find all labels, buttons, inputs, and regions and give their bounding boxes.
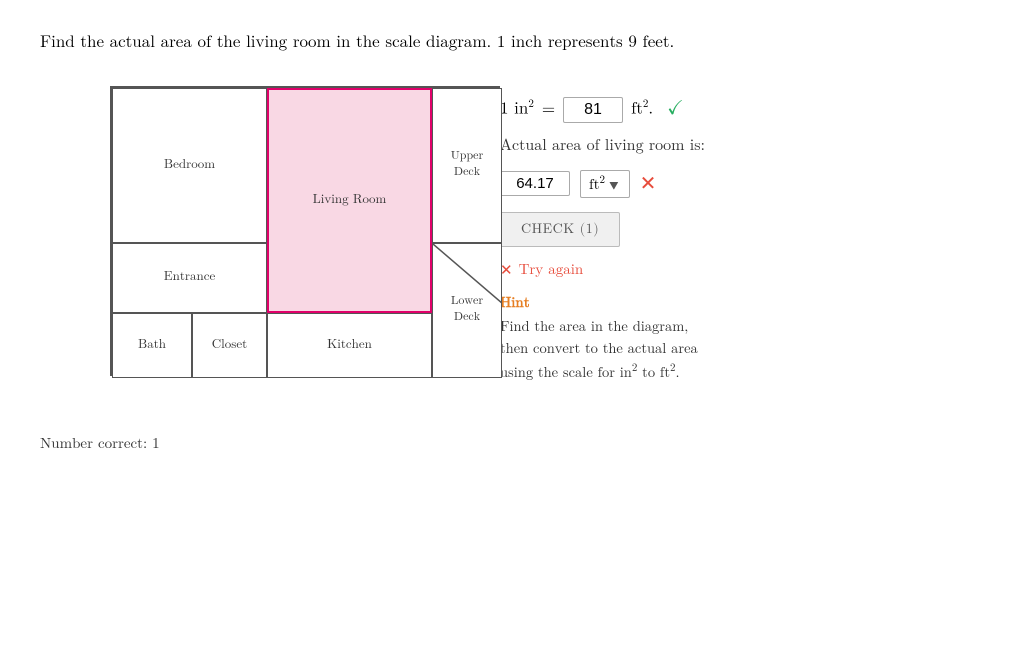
unit-label: ft2: [589, 174, 605, 194]
hint-label: Hint: [500, 294, 992, 312]
hint-section: Hint Find the area in the diagram, then …: [500, 294, 992, 385]
scale-prefix: 1 in2: [500, 98, 534, 120]
scale-equals: =: [542, 100, 555, 120]
room-lower-deck: LowerDeck: [432, 243, 502, 378]
room-entrance: Entrance: [112, 243, 267, 313]
room-bath: Bath: [112, 313, 192, 378]
clear-answer-button[interactable]: ✕: [640, 171, 657, 196]
try-again-message: ✕ Try again: [500, 261, 992, 280]
main-content: Bedroom Living Room UpperDeck Entrance B…: [40, 86, 992, 385]
room-upper-deck: UpperDeck: [432, 88, 502, 243]
right-panel: 1 in2 = ft2. ✓ Actual area of living roo…: [500, 86, 992, 385]
number-correct: Number correct: 1: [40, 436, 160, 451]
room-kitchen: Kitchen: [267, 313, 432, 378]
hint-line1: Find the area in the diagram,: [500, 319, 688, 334]
problem-statement: Find the actual area of the living room …: [40, 30, 992, 56]
diagram: Bedroom Living Room UpperDeck Entrance B…: [110, 86, 500, 376]
room-living-room: Living Room: [267, 88, 432, 313]
scale-unit: ft2.: [631, 98, 653, 120]
hint-text: Find the area in the diagram, then conve…: [500, 316, 992, 385]
actual-area-label: Actual area of living room is:: [500, 137, 992, 156]
answer-input[interactable]: [500, 171, 570, 196]
unit-dropdown[interactable]: ft2 ▼: [580, 170, 630, 198]
hint-line2: then convert to the actual area: [500, 341, 698, 356]
scale-input[interactable]: [563, 97, 623, 123]
check-button[interactable]: CHECK (1): [500, 212, 620, 247]
scale-row: 1 in2 = ft2. ✓: [500, 96, 992, 123]
answer-row: ft2 ▼ ✕: [500, 170, 992, 198]
try-again-label: Try again: [519, 261, 584, 279]
scale-checkmark: ✓: [667, 96, 684, 120]
footer: Number correct: 1: [40, 435, 992, 453]
room-closet: Closet: [192, 313, 267, 378]
room-bedroom: Bedroom: [112, 88, 267, 243]
floor-plan: Bedroom Living Room UpperDeck Entrance B…: [40, 86, 440, 376]
dropdown-arrow-icon: ▼: [609, 178, 619, 190]
hint-line3: using the scale for in2 to ft2.: [500, 365, 680, 380]
